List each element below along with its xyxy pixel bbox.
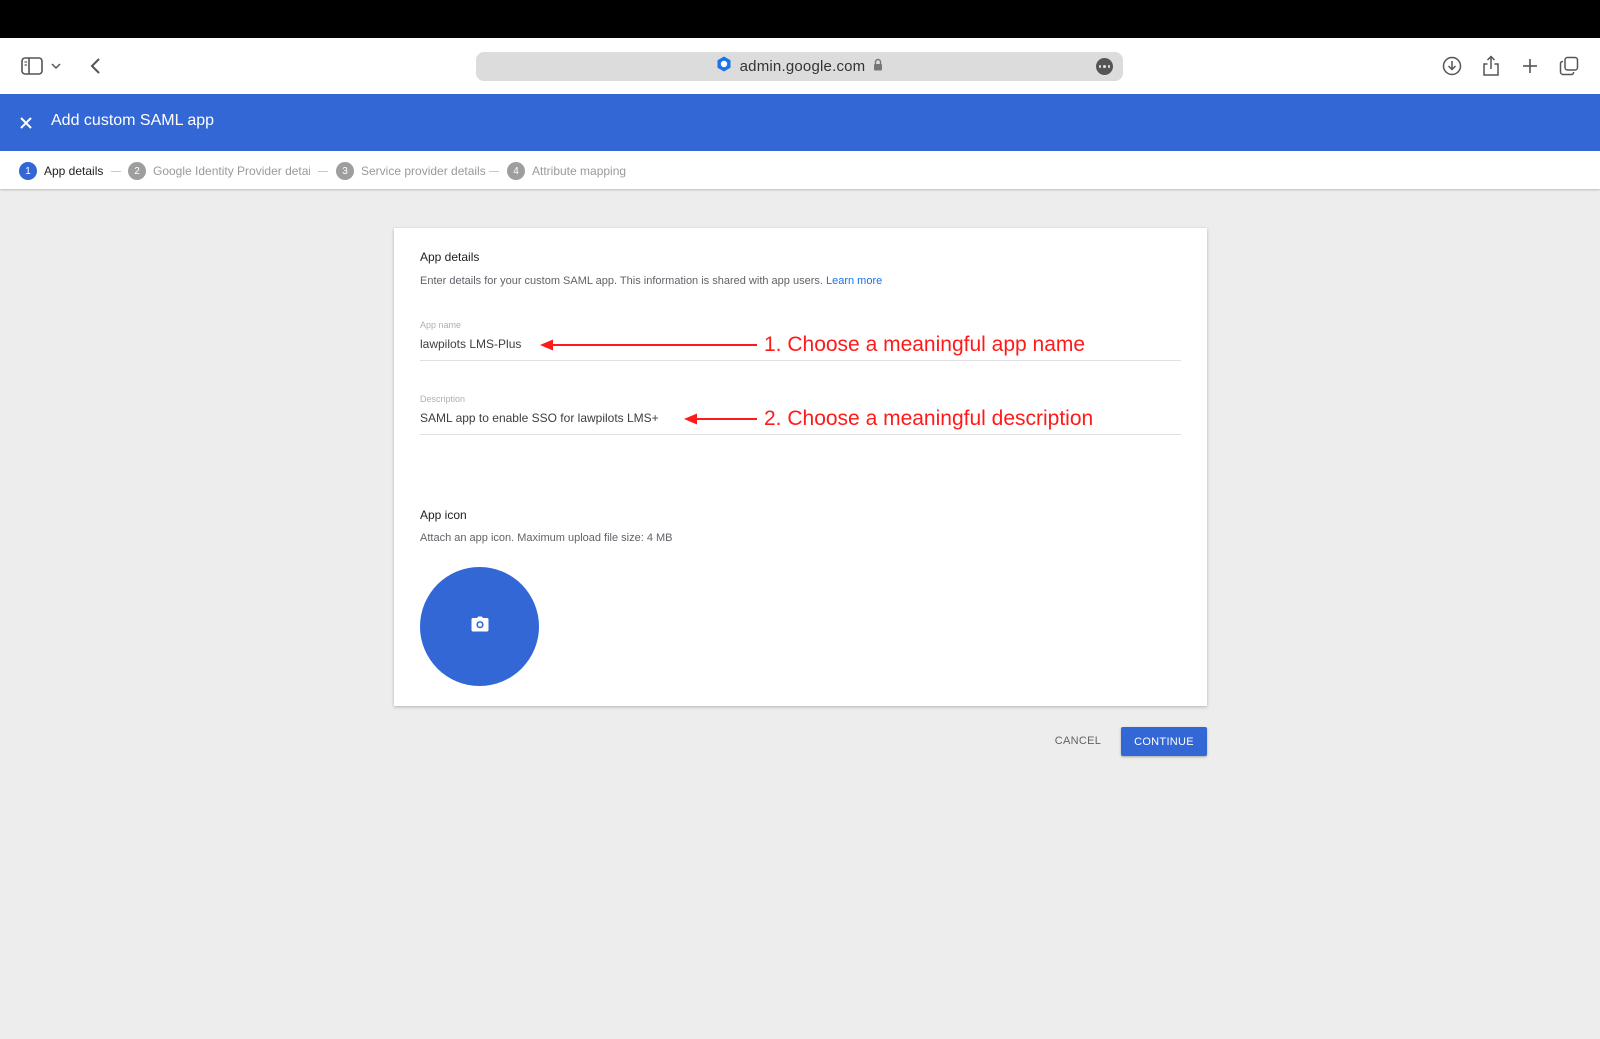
new-tab-icon[interactable] <box>1516 52 1544 80</box>
annotation-app-name: 1. Choose a meaningful app name <box>764 333 1086 356</box>
app-icon-description: Attach an app icon. Maximum upload file … <box>420 532 673 544</box>
step-divider <box>111 171 121 172</box>
card-title: App details <box>420 250 480 264</box>
step-label: Service provider details <box>361 164 486 178</box>
learn-more-link[interactable]: Learn more <box>826 275 882 287</box>
step-number: 3 <box>336 162 354 180</box>
app-name-input[interactable]: lawpilots LMS-Plus <box>420 337 521 351</box>
camera-icon <box>471 616 489 637</box>
step-number: 2 <box>128 162 146 180</box>
step-label: App details <box>44 164 104 178</box>
tab-overview-icon[interactable] <box>1555 52 1583 80</box>
step-service-provider-details[interactable]: 3 Service provider details <box>336 162 486 180</box>
step-app-details[interactable]: 1 App details <box>19 162 103 180</box>
annotation-arrow-description <box>684 413 757 425</box>
step-attribute-mapping[interactable]: 4 Attribute mapping <box>507 162 626 180</box>
share-icon[interactable] <box>1477 52 1505 80</box>
page-title: Add custom SAML app <box>51 112 215 129</box>
app-icon-title: App icon <box>420 508 467 522</box>
url-text: admin.google.com <box>739 58 866 75</box>
sidebar-icon[interactable] <box>18 52 46 80</box>
stepper: 1 App details 2 Google Identity Provider… <box>0 151 1600 189</box>
chevron-down-icon[interactable] <box>47 52 65 80</box>
lock-icon <box>873 58 883 76</box>
app-icon-upload-button[interactable] <box>420 567 539 686</box>
step-divider <box>318 171 328 172</box>
app-name-label: App name <box>420 320 462 330</box>
back-icon[interactable] <box>82 52 110 80</box>
description-input[interactable]: SAML app to enable SSO for lawpilots LMS… <box>420 411 659 425</box>
step-google-idp-details[interactable]: 2 Google Identity Provider detail: <box>128 162 310 180</box>
address-bar[interactable]: admin.google.com <box>476 52 1123 81</box>
step-label: Google Identity Provider detail: <box>153 164 310 178</box>
cancel-button[interactable]: CANCEL <box>1043 727 1113 755</box>
card-description-text: Enter details for your custom SAML app. … <box>420 275 823 287</box>
browser-toolbar: admin.google.com <box>0 38 1600 94</box>
app-details-card: App details Enter details for your custo… <box>394 228 1207 706</box>
annotation-description: 2. Choose a meaningful description <box>764 407 1094 430</box>
site-favicon-icon <box>716 56 732 77</box>
screen-top-bar <box>0 0 1600 38</box>
close-icon[interactable] <box>15 112 37 134</box>
annotation-arrow-name <box>540 339 757 351</box>
step-number: 4 <box>507 162 525 180</box>
continue-button[interactable]: CONTINUE <box>1121 727 1207 756</box>
app-header: Add custom SAML app <box>0 94 1600 151</box>
step-number: 1 <box>19 162 37 180</box>
download-icon[interactable] <box>1438 52 1466 80</box>
more-options-icon[interactable] <box>1096 58 1113 75</box>
description-label: Description <box>420 394 466 404</box>
step-label: Attribute mapping <box>532 164 627 178</box>
step-divider <box>489 171 499 172</box>
card-description: Enter details for your custom SAML app. … <box>420 275 882 287</box>
